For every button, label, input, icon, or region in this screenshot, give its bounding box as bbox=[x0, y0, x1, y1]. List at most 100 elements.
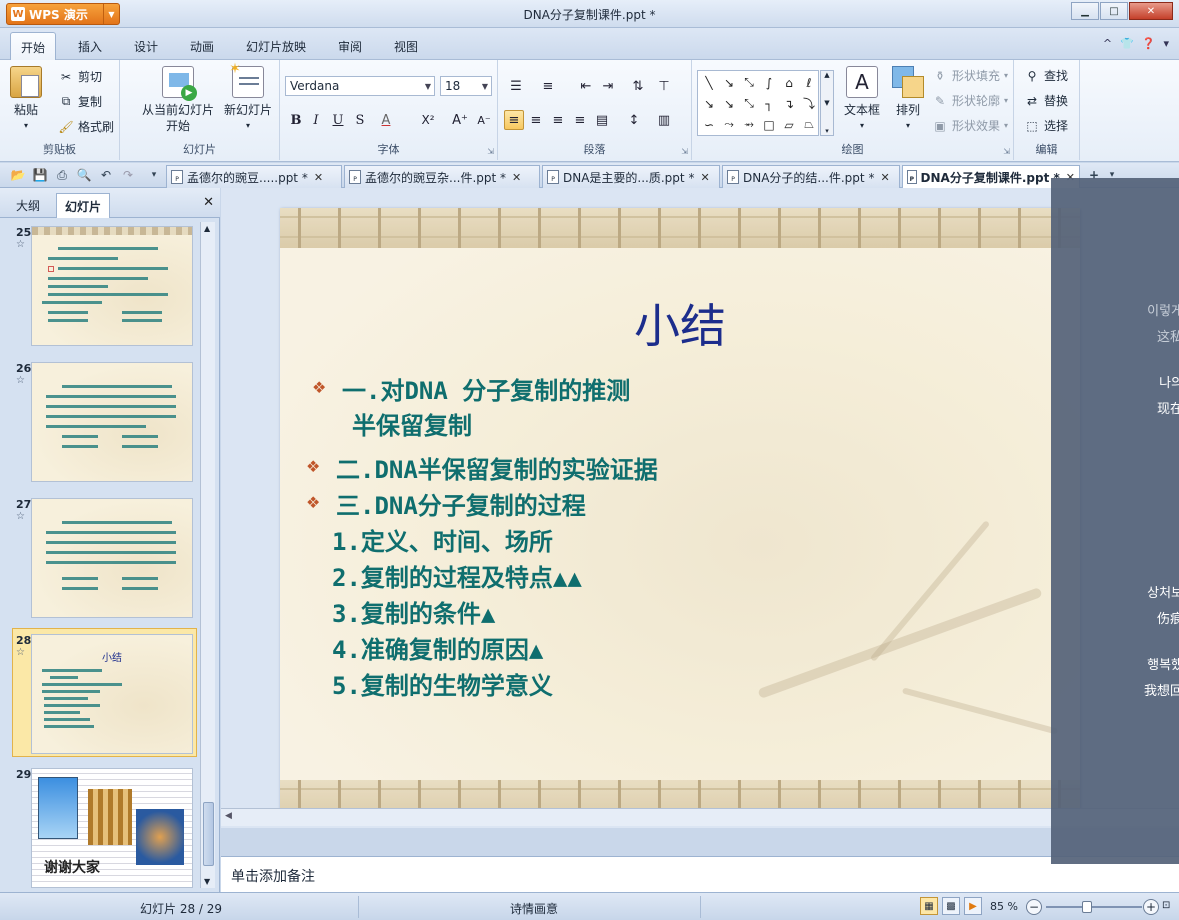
undo-icon[interactable]: ↶ bbox=[98, 167, 114, 183]
slide-bullet[interactable]: 二.DNA半保留复制的实验证据 bbox=[336, 450, 658, 485]
parallelogram-shape-icon[interactable]: ▱ bbox=[779, 114, 799, 135]
slide-thumbnail-28[interactable]: 小结 bbox=[31, 634, 193, 754]
slide-thumbnail-26[interactable] bbox=[31, 362, 193, 482]
font-size-select[interactable]: 18 ▼ bbox=[440, 76, 492, 96]
italic-button[interactable]: I bbox=[306, 110, 326, 130]
tab-design[interactable]: 设计 bbox=[134, 38, 158, 55]
doc-tab-2[interactable]: P 孟德尔的豌豆杂...件.ppt * ✕ bbox=[344, 165, 540, 188]
align-left-icon[interactable]: ≡ bbox=[504, 110, 524, 130]
arrange-button[interactable]: 排列 ▾ bbox=[888, 66, 928, 134]
customize-toolbar-icon[interactable]: ▾ bbox=[146, 167, 162, 183]
connector-arrow-shape-icon[interactable]: ↘ bbox=[719, 93, 739, 114]
trapezoid-shape-icon[interactable]: ⏢ bbox=[799, 114, 819, 135]
align-center-icon[interactable]: ≡ bbox=[526, 110, 546, 130]
expand-gallery-icon[interactable]: ▾ bbox=[821, 127, 833, 135]
shape-fill-button[interactable]: ⚱ 形状填充 ▾ bbox=[932, 67, 1008, 84]
collapse-ribbon-icon[interactable]: ^ bbox=[1103, 37, 1112, 50]
grow-font-button[interactable]: A⁺ bbox=[450, 110, 470, 130]
help-icon[interactable]: ❓ bbox=[1142, 37, 1156, 50]
doc-tab-4[interactable]: P DNA分子的结...件.ppt * ✕ bbox=[722, 165, 900, 188]
tab-home[interactable]: 开始 bbox=[10, 32, 57, 60]
columns-icon[interactable]: ▥ bbox=[654, 110, 674, 130]
line-spacing-icon[interactable]: ↕ bbox=[624, 110, 644, 130]
chevron-down-icon[interactable]: ▼ bbox=[204, 877, 210, 886]
copy-button[interactable]: ⧉ 复制 bbox=[58, 93, 102, 110]
paste-button[interactable]: 粘贴 ▾ bbox=[10, 66, 42, 134]
slide-bullet[interactable]: 一.对DNA 分子复制的推测 bbox=[342, 371, 630, 406]
tab-insert[interactable]: 插入 bbox=[78, 38, 102, 55]
tab-slideshow[interactable]: 幻灯片放映 bbox=[246, 38, 306, 55]
curve-shape-icon[interactable]: ∫ bbox=[759, 72, 779, 93]
slide-bullet[interactable]: 5.复制的生物学意义 bbox=[332, 666, 553, 701]
zoom-slider-track[interactable] bbox=[1046, 906, 1142, 908]
numbered-list-icon[interactable]: ≡ bbox=[538, 76, 558, 96]
close-button[interactable]: ✕ bbox=[1129, 2, 1173, 20]
shape-gallery[interactable]: ╲ ↘ ⤡ ∫ ⌂ ℓ ↘ ↘ ⤡ ┐ ↴ ⤵ ∽ ⤳ ⥇ □ ▱ ⏢ bbox=[697, 70, 819, 136]
decrease-indent-icon[interactable]: ⇤ bbox=[576, 76, 596, 96]
justify-icon[interactable]: ≡ bbox=[570, 110, 590, 130]
format-painter-button[interactable]: 🖌 格式刷 bbox=[58, 118, 114, 135]
save-icon[interactable]: 💾 bbox=[32, 167, 48, 183]
zoom-in-icon[interactable]: + bbox=[1143, 899, 1159, 915]
shadow-button[interactable]: S bbox=[350, 110, 370, 130]
curved-arrow-shape-icon[interactable]: ⤳ bbox=[719, 114, 739, 135]
tab-view[interactable]: 视图 bbox=[394, 38, 418, 55]
double-arrow-shape-icon[interactable]: ⤡ bbox=[739, 72, 759, 93]
bold-button[interactable]: B bbox=[286, 110, 306, 130]
open-folder-icon[interactable]: 📂 bbox=[10, 167, 26, 183]
superscript-button[interactable]: X² bbox=[418, 110, 438, 130]
text-direction-icon[interactable]: ⇅ bbox=[628, 76, 648, 96]
slide-bullet[interactable]: 3.复制的条件▲ bbox=[332, 594, 495, 629]
zoom-slider-knob[interactable] bbox=[1082, 901, 1093, 913]
font-color-button[interactable]: A bbox=[376, 110, 396, 130]
underline-button[interactable]: U bbox=[328, 110, 348, 130]
replace-button[interactable]: ⇄ 替换 bbox=[1024, 92, 1068, 109]
print-icon[interactable]: ⎙ bbox=[54, 167, 70, 183]
slide-canvas[interactable]: 小结 ❖ 一.对DNA 分子复制的推测 半保留复制 ❖ 二.DNA半保留复制的实… bbox=[280, 208, 1080, 820]
close-icon[interactable]: ✕ bbox=[880, 171, 889, 184]
find-button[interactable]: ⚲ 查找 bbox=[1024, 67, 1068, 84]
chevron-down-icon[interactable]: ▾ bbox=[1163, 37, 1169, 50]
minimize-button[interactable]: ▁ bbox=[1071, 2, 1099, 20]
print-preview-icon[interactable]: 🔍 bbox=[76, 167, 92, 183]
slide-horizontal-scrollbar[interactable]: ◀ bbox=[221, 808, 1179, 826]
align-right-icon[interactable]: ≡ bbox=[548, 110, 568, 130]
dialog-launcher-icon[interactable]: ⇲ bbox=[681, 147, 688, 156]
chevron-left-icon[interactable]: ◀ bbox=[225, 811, 232, 821]
slide-title[interactable]: 小结 bbox=[280, 290, 1080, 356]
overlay-lyrics-window[interactable]: 이렇게 这私 나의 现在 I I I 상처보 伤痕 행복했 我想回 I I I bbox=[1051, 178, 1179, 864]
tab-review[interactable]: 审阅 bbox=[338, 38, 362, 55]
slide-bullet[interactable]: 2.复制的过程及特点▲▲ bbox=[332, 558, 582, 593]
shrink-font-button[interactable]: A⁻ bbox=[474, 110, 494, 130]
close-icon[interactable]: ✕ bbox=[512, 171, 521, 184]
slide-bullet[interactable]: 三.DNA分子复制的过程 bbox=[336, 486, 586, 521]
tab-animation[interactable]: 动画 bbox=[190, 38, 214, 55]
elbow-double-shape-icon[interactable]: ⤵ bbox=[799, 93, 819, 114]
theme-name[interactable]: 诗情画意 bbox=[510, 900, 558, 917]
text-box-button[interactable]: A 文本框 ▾ bbox=[840, 66, 884, 134]
slide-thumbnail-29[interactable]: 谢谢大家 bbox=[31, 768, 193, 888]
shirt-icon[interactable]: 👕 bbox=[1120, 37, 1134, 50]
slide-bullet[interactable]: 1.定义、时间、场所 bbox=[332, 522, 553, 557]
tab-slides[interactable]: 幻灯片 bbox=[56, 193, 111, 218]
doc-tab-3[interactable]: P DNA是主要的...质.ppt * ✕ bbox=[542, 165, 720, 188]
new-slide-button[interactable]: ✶ 新幻灯片 ▾ bbox=[218, 62, 278, 134]
bullet-list-icon[interactable]: ☰ bbox=[506, 76, 526, 96]
close-icon[interactable]: ✕ bbox=[203, 195, 214, 210]
curved-connector-shape-icon[interactable]: ∽ bbox=[699, 114, 719, 135]
font-name-select[interactable]: Verdana ▼ bbox=[285, 76, 435, 96]
align-text-icon[interactable]: ⊤ bbox=[654, 76, 674, 96]
fit-to-window-icon[interactable]: ⊡ bbox=[1162, 900, 1170, 911]
rectangle-shape-icon[interactable]: □ bbox=[759, 114, 779, 135]
connector-shape-icon[interactable]: ↘ bbox=[699, 93, 719, 114]
slide-bullet[interactable]: 半保留复制 bbox=[352, 406, 472, 441]
slideshow-view-icon[interactable]: ▶ bbox=[964, 897, 982, 915]
elbow-connector-shape-icon[interactable]: ┐ bbox=[759, 93, 779, 114]
play-from-current-button[interactable]: ▶ 从当前幻灯片 开始 bbox=[128, 66, 228, 134]
connector-double-shape-icon[interactable]: ⤡ bbox=[739, 93, 759, 114]
curved-double-shape-icon[interactable]: ⥇ bbox=[739, 114, 759, 135]
close-icon[interactable]: ✕ bbox=[314, 171, 323, 184]
arrow-shape-icon[interactable]: ↘ bbox=[719, 72, 739, 93]
distribute-icon[interactable]: ▤ bbox=[592, 110, 612, 130]
scrollbar-thumb[interactable] bbox=[203, 802, 214, 866]
